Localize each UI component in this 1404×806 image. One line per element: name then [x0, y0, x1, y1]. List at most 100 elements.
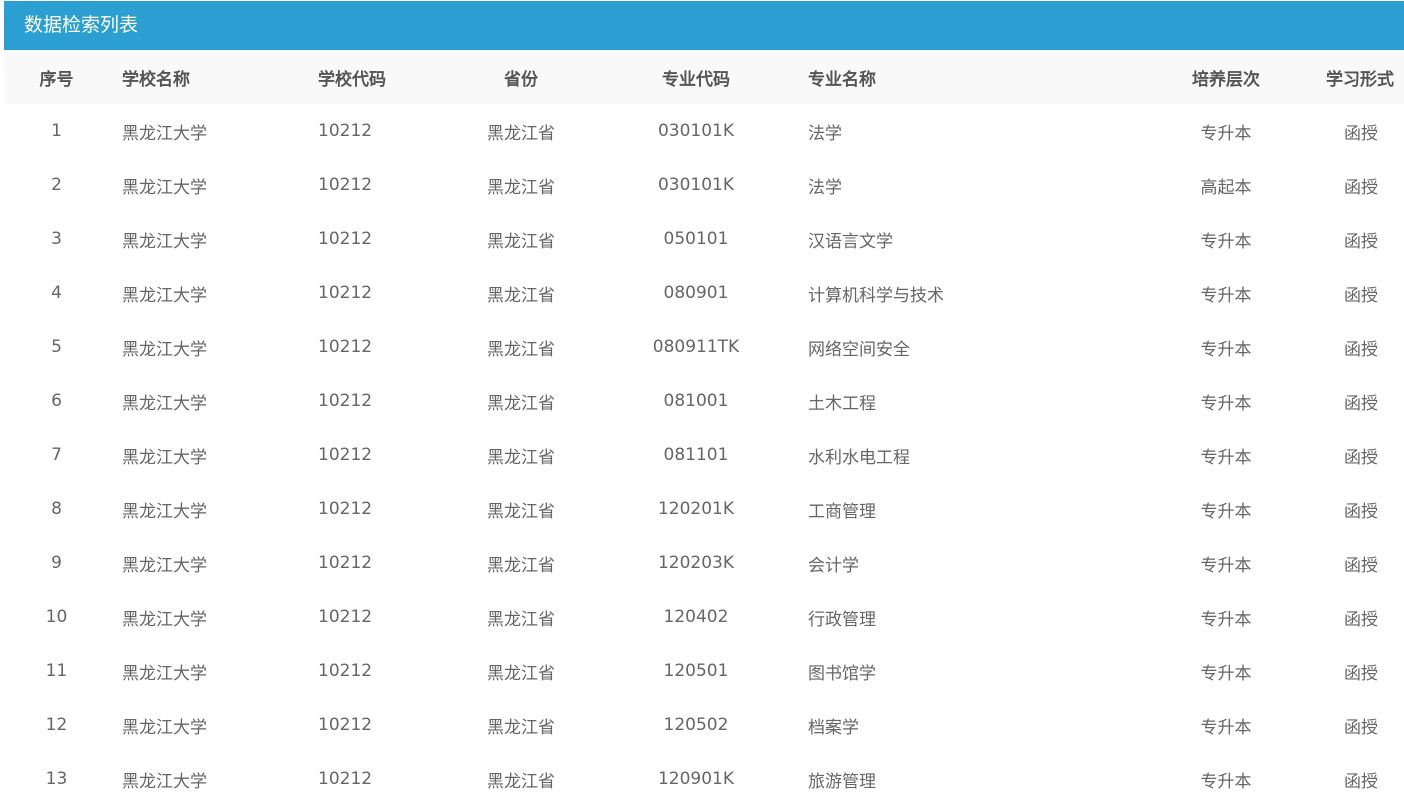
cell-education-level: 专升本	[1200, 609, 1252, 630]
col-header-province: 省份	[504, 69, 538, 90]
cell-school-name: 黑龙江大学	[122, 609, 207, 630]
cell-school-code: 10212	[318, 445, 373, 465]
cell-major-name: 土木工程	[808, 393, 876, 414]
cell-education-level: 专升本	[1200, 231, 1252, 252]
cell-major-name: 旅游管理	[808, 771, 876, 792]
table-row: 8 黑龙江大学 10212 黑龙江省 120201K 工商管理 专升本 函授	[4, 482, 1404, 536]
cell-education-level: 专升本	[1200, 447, 1252, 468]
cell-province: 黑龙江省	[487, 285, 555, 306]
table-row: 5 黑龙江大学 10212 黑龙江省 080911TK 网络空间安全 专升本 函授	[4, 320, 1404, 374]
cell-school-name: 黑龙江大学	[122, 771, 207, 792]
cell-study-mode: 函授	[1344, 285, 1378, 306]
cell-education-level: 专升本	[1200, 501, 1252, 522]
cell-major-name: 图书馆学	[808, 663, 876, 684]
cell-province: 黑龙江省	[487, 501, 555, 522]
cell-major-code: 120502	[663, 715, 729, 735]
cell-study-mode: 函授	[1344, 609, 1378, 630]
cell-education-level: 专升本	[1200, 771, 1252, 792]
cell-school-code: 10212	[318, 769, 373, 789]
table-row: 10 黑龙江大学 10212 黑龙江省 120402 行政管理 专升本 函授	[4, 590, 1404, 644]
table-row: 4 黑龙江大学 10212 黑龙江省 080901 计算机科学与技术 专升本 函授	[4, 266, 1404, 320]
cell-index: 2	[51, 175, 62, 195]
col-header-major-name: 专业名称	[808, 69, 876, 90]
cell-school-name: 黑龙江大学	[122, 555, 207, 576]
cell-index: 4	[51, 283, 62, 303]
cell-school-code: 10212	[318, 229, 373, 249]
cell-school-name: 黑龙江大学	[122, 663, 207, 684]
cell-study-mode: 函授	[1344, 555, 1378, 576]
table-row: 12 黑龙江大学 10212 黑龙江省 120502 档案学 专升本 函授	[4, 698, 1404, 752]
cell-school-name: 黑龙江大学	[122, 123, 207, 144]
cell-study-mode: 函授	[1344, 447, 1378, 468]
col-header-education-level: 培养层次	[1192, 69, 1260, 90]
cell-education-level: 专升本	[1200, 339, 1252, 360]
table-row: 7 黑龙江大学 10212 黑龙江省 081101 水利水电工程 专升本 函授	[4, 428, 1404, 482]
cell-study-mode: 函授	[1344, 177, 1378, 198]
cell-school-name: 黑龙江大学	[122, 231, 207, 252]
table-row: 13 黑龙江大学 10212 黑龙江省 120901K 旅游管理 专升本 函授	[4, 752, 1404, 806]
cell-school-name: 黑龙江大学	[122, 447, 207, 468]
cell-index: 9	[51, 553, 62, 573]
table-header-row: 序号 学校名称 学校代码 省份 专业代码 专业名称 培养层次 学习形式	[4, 50, 1404, 104]
cell-education-level: 专升本	[1200, 555, 1252, 576]
cell-province: 黑龙江省	[487, 555, 555, 576]
cell-index: 1	[51, 121, 62, 141]
cell-study-mode: 函授	[1344, 771, 1378, 792]
cell-major-code: 120501	[663, 661, 729, 681]
cell-major-name: 网络空间安全	[808, 339, 910, 360]
cell-study-mode: 函授	[1344, 393, 1378, 414]
cell-major-code: 120402	[663, 607, 729, 627]
cell-school-name: 黑龙江大学	[122, 177, 207, 198]
cell-school-name: 黑龙江大学	[122, 339, 207, 360]
cell-index: 5	[51, 337, 62, 357]
col-header-school-code: 学校代码	[318, 69, 386, 90]
cell-major-name: 汉语言文学	[808, 231, 893, 252]
cell-index: 11	[45, 661, 68, 681]
cell-school-code: 10212	[318, 391, 373, 411]
cell-major-code: 120203K	[657, 553, 735, 573]
cell-major-code: 080911TK	[652, 337, 740, 357]
cell-study-mode: 函授	[1344, 339, 1378, 360]
cell-school-code: 10212	[318, 121, 373, 141]
cell-school-code: 10212	[318, 553, 373, 573]
cell-school-name: 黑龙江大学	[122, 285, 207, 306]
table-row: 11 黑龙江大学 10212 黑龙江省 120501 图书馆学 专升本 函授	[4, 644, 1404, 698]
cell-education-level: 高起本	[1200, 177, 1252, 198]
table-body: 1 黑龙江大学 10212 黑龙江省 030101K 法学 专升本 函授 2 黑龙江大学 10212…	[4, 104, 1404, 806]
cell-province: 黑龙江省	[487, 447, 555, 468]
cell-school-code: 10212	[318, 337, 373, 357]
cell-school-code: 10212	[318, 715, 373, 735]
cell-study-mode: 函授	[1344, 501, 1378, 522]
cell-education-level: 专升本	[1200, 663, 1252, 684]
cell-school-name: 黑龙江大学	[122, 717, 207, 738]
cell-major-name: 法学	[808, 177, 842, 198]
cell-education-level: 专升本	[1200, 393, 1252, 414]
cell-major-code: 120201K	[657, 499, 735, 519]
cell-major-code: 081001	[663, 391, 729, 411]
col-header-study-mode: 学习形式	[1326, 69, 1394, 90]
cell-school-code: 10212	[318, 607, 373, 627]
cell-major-name: 水利水电工程	[808, 447, 910, 468]
cell-study-mode: 函授	[1344, 663, 1378, 684]
cell-index: 12	[45, 715, 68, 735]
cell-school-code: 10212	[318, 283, 373, 303]
cell-index: 7	[51, 445, 62, 465]
cell-province: 黑龙江省	[487, 717, 555, 738]
table-row: 9 黑龙江大学 10212 黑龙江省 120203K 会计学 专升本 函授	[4, 536, 1404, 590]
cell-major-name: 档案学	[808, 717, 859, 738]
cell-index: 8	[51, 499, 62, 519]
cell-school-code: 10212	[318, 499, 373, 519]
cell-study-mode: 函授	[1344, 231, 1378, 252]
col-header-index: 序号	[39, 69, 74, 90]
results-table: 序号 学校名称 学校代码 省份 专业代码 专业名称 培养层次 学习形式 1 黑龙江…	[4, 50, 1404, 806]
cell-education-level: 专升本	[1200, 717, 1252, 738]
cell-major-code: 050101	[663, 229, 729, 249]
cell-province: 黑龙江省	[487, 393, 555, 414]
table-row: 3 黑龙江大学 10212 黑龙江省 050101 汉语言文学 专升本 函授	[4, 212, 1404, 266]
col-header-major-code: 专业代码	[662, 69, 730, 90]
cell-major-code: 120901K	[657, 769, 735, 789]
cell-major-code: 030101K	[657, 121, 735, 141]
cell-province: 黑龙江省	[487, 231, 555, 252]
cell-index: 10	[45, 607, 68, 627]
cell-major-name: 计算机科学与技术	[808, 285, 944, 306]
